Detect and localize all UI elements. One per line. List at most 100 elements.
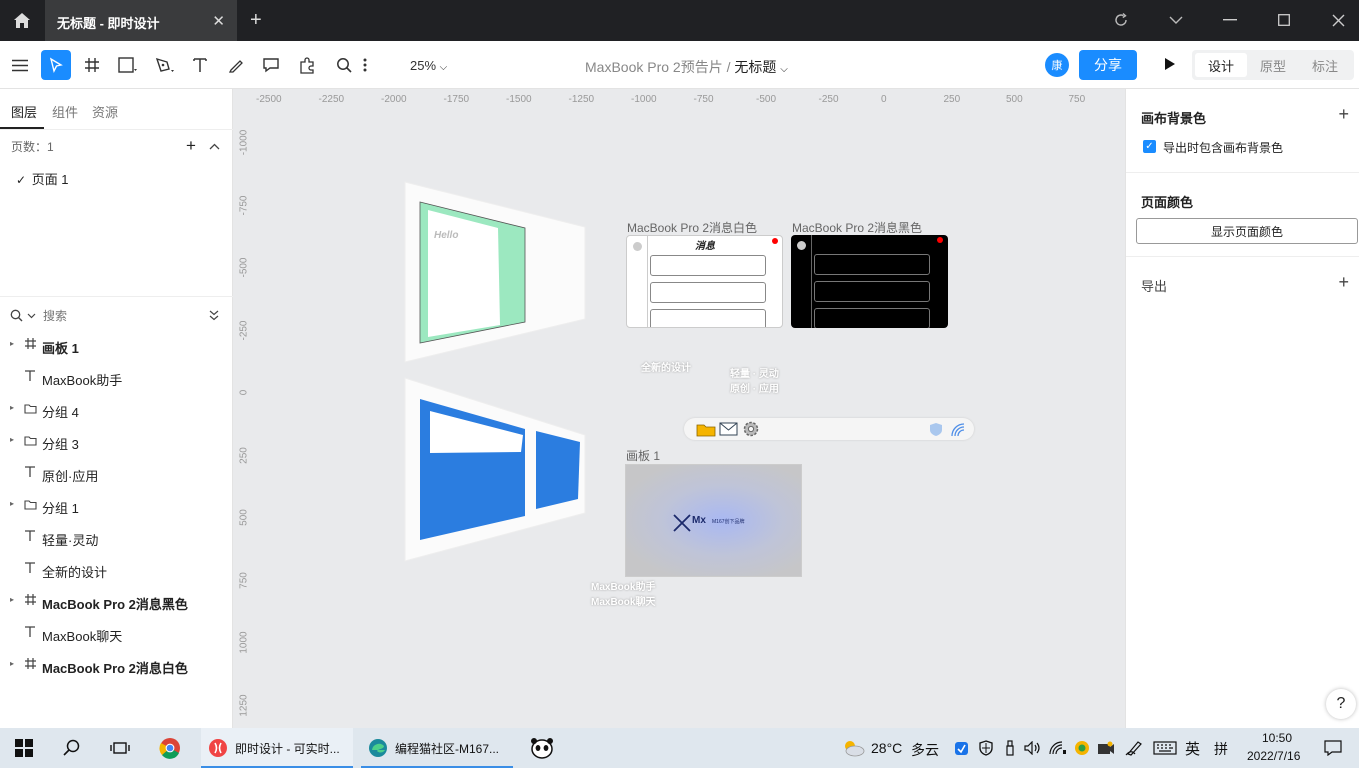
share-button[interactable]: 分享 xyxy=(1079,50,1137,80)
windows-start-icon[interactable] xyxy=(15,728,33,768)
text-light[interactable]: 轻量 · 灵动 xyxy=(730,365,779,380)
canvas[interactable]: -2500 -2250 -2000 -1750 -1500 -1250 -1000 -750-… xyxy=(234,89,1125,728)
help-button[interactable]: ? xyxy=(1326,689,1356,719)
select-tool-icon[interactable] xyxy=(41,50,71,80)
chrome-icon[interactable] xyxy=(159,728,181,768)
layer-item[interactable]: 原创·应用 xyxy=(0,458,233,490)
notification-icon[interactable] xyxy=(1324,728,1342,768)
usb-icon[interactable] xyxy=(1005,728,1015,768)
tab-prototype[interactable]: 原型 xyxy=(1247,53,1299,77)
pen-input-icon[interactable] xyxy=(1125,728,1143,768)
browser-tab-active[interactable]: 无标题 - 即时设计 ✕ xyxy=(45,0,237,41)
weather-desc[interactable]: 多云 xyxy=(911,740,939,760)
pet-app-icon[interactable] xyxy=(1074,728,1090,768)
tab-layers[interactable]: 图层 xyxy=(11,102,37,121)
frame-title-black[interactable]: MacBook Pro 2消息黑色 xyxy=(792,219,922,236)
pencil-tool-icon[interactable] xyxy=(223,52,249,78)
layer-item[interactable]: 轻量·灵动 xyxy=(0,522,233,554)
layer-item[interactable]: MaxBook聊天 xyxy=(0,618,233,650)
chevron-down-icon[interactable]: ⌵ xyxy=(780,64,788,75)
file-name[interactable]: 无标题 xyxy=(734,59,776,75)
ime-lang[interactable]: 英 xyxy=(1185,738,1200,759)
weather-icon[interactable] xyxy=(841,728,865,768)
frame-tool-icon[interactable] xyxy=(79,52,105,78)
volume-icon[interactable] xyxy=(1024,728,1042,768)
tab-design[interactable]: 设计 xyxy=(1195,53,1247,77)
search-input[interactable] xyxy=(43,306,193,326)
weather-temp[interactable]: 28°C xyxy=(871,740,902,756)
chevron-down-icon[interactable] xyxy=(1166,10,1186,30)
dock-bar[interactable] xyxy=(684,418,974,440)
home-button[interactable] xyxy=(0,0,44,41)
text-original[interactable]: 原创 · 应用 xyxy=(730,380,779,395)
comment-tool-icon[interactable] xyxy=(258,52,284,78)
network-icon[interactable] xyxy=(1049,728,1067,768)
expand-arrow-icon[interactable]: ▸ xyxy=(10,339,14,348)
export-bg-checkbox[interactable]: ✓ xyxy=(1143,140,1156,153)
expand-arrow-icon[interactable]: ▸ xyxy=(10,659,14,668)
layer-item[interactable]: ▸ 画板 1 xyxy=(0,330,233,362)
frame-board[interactable]: Mx M167创下品牌 xyxy=(625,464,802,577)
minimize-icon[interactable] xyxy=(1220,10,1240,30)
collapse-icon[interactable] xyxy=(209,139,220,153)
layer-item[interactable]: ▸ MacBook Pro 2消息白色 xyxy=(0,650,233,682)
frame-title-board[interactable]: 画板 1 xyxy=(626,447,660,464)
layer-item[interactable]: ▸ 分组 3 xyxy=(0,426,233,458)
expand-arrow-icon[interactable]: ▸ xyxy=(10,403,14,412)
taskbar-app-instant-design[interactable]: 即时设计 - 可实时... xyxy=(201,728,353,768)
tray-app-icon[interactable] xyxy=(954,728,969,768)
avatar[interactable]: 康 xyxy=(1045,53,1069,77)
page-item[interactable]: ✓ 页面 1 xyxy=(16,169,69,188)
mockup-blue-cards[interactable] xyxy=(400,375,590,565)
chevron-down-icon[interactable] xyxy=(27,313,36,319)
zoom-dropdown[interactable]: 25% ⌵ xyxy=(410,58,447,73)
rectangle-tool-icon[interactable] xyxy=(115,52,141,78)
task-view-icon[interactable] xyxy=(110,728,130,768)
pen-tool-icon[interactable] xyxy=(152,52,178,78)
show-page-color-button[interactable]: 显示页面颜色 xyxy=(1136,218,1358,244)
search-icon[interactable] xyxy=(331,52,357,78)
layer-item[interactable]: MaxBook助手 xyxy=(0,362,233,394)
search-icon[interactable] xyxy=(10,309,23,322)
expand-arrow-icon[interactable]: ▸ xyxy=(10,499,14,508)
tab-assets[interactable]: 资源 xyxy=(92,102,118,121)
tab-close-icon[interactable]: ✕ xyxy=(212,12,225,30)
text-chat[interactable]: MaxBook聊天 xyxy=(591,593,655,608)
add-page-icon[interactable]: + xyxy=(186,136,196,156)
layer-item[interactable]: ▸ 分组 1 xyxy=(0,490,233,522)
play-icon[interactable] xyxy=(1164,57,1176,74)
more-icon[interactable] xyxy=(357,52,373,78)
maximize-icon[interactable] xyxy=(1274,10,1294,30)
text-new-design[interactable]: 全新的设计 xyxy=(641,359,691,374)
security-icon[interactable] xyxy=(979,728,993,768)
frame-message-white[interactable]: 消息 xyxy=(626,235,783,328)
frame-message-black[interactable] xyxy=(791,235,948,328)
frame-title-white[interactable]: MacBook Pro 2消息白色 xyxy=(627,219,757,236)
tab-components[interactable]: 组件 xyxy=(52,102,78,121)
collapse-all-icon[interactable] xyxy=(209,309,219,321)
refresh-icon[interactable] xyxy=(1111,10,1131,30)
camera-icon[interactable] xyxy=(1097,728,1115,768)
add-icon[interactable]: + xyxy=(1338,104,1349,125)
clock-time[interactable]: 10:50 xyxy=(1262,731,1292,745)
window-close-icon[interactable] xyxy=(1328,10,1348,30)
layer-item[interactable]: 全新的设计 xyxy=(0,554,233,586)
layer-item[interactable]: ▸ MacBook Pro 2消息黑色 xyxy=(0,586,233,618)
panda-app-icon[interactable] xyxy=(530,728,554,768)
search-icon[interactable] xyxy=(63,728,81,768)
tab-inspect[interactable]: 标注 xyxy=(1299,53,1351,77)
add-export-icon[interactable]: + xyxy=(1338,272,1349,293)
keyboard-icon[interactable] xyxy=(1153,728,1177,768)
ime-mode[interactable]: 拼 xyxy=(1214,739,1228,759)
plugin-icon[interactable] xyxy=(294,52,320,78)
text-assistant[interactable]: MaxBook助手 xyxy=(591,578,655,593)
clock-date[interactable]: 2022/7/16 xyxy=(1247,749,1300,763)
new-tab-button[interactable]: + xyxy=(250,9,262,32)
taskbar-app-edge[interactable]: 编程猫社区-M167... xyxy=(361,728,513,768)
layer-item[interactable]: ▸ 分组 4 xyxy=(0,394,233,426)
expand-arrow-icon[interactable]: ▸ xyxy=(10,435,14,444)
expand-arrow-icon[interactable]: ▸ xyxy=(10,595,14,604)
text-tool-icon[interactable] xyxy=(187,52,213,78)
menu-icon[interactable] xyxy=(7,52,33,78)
mockup-hello-card[interactable] xyxy=(400,179,590,365)
